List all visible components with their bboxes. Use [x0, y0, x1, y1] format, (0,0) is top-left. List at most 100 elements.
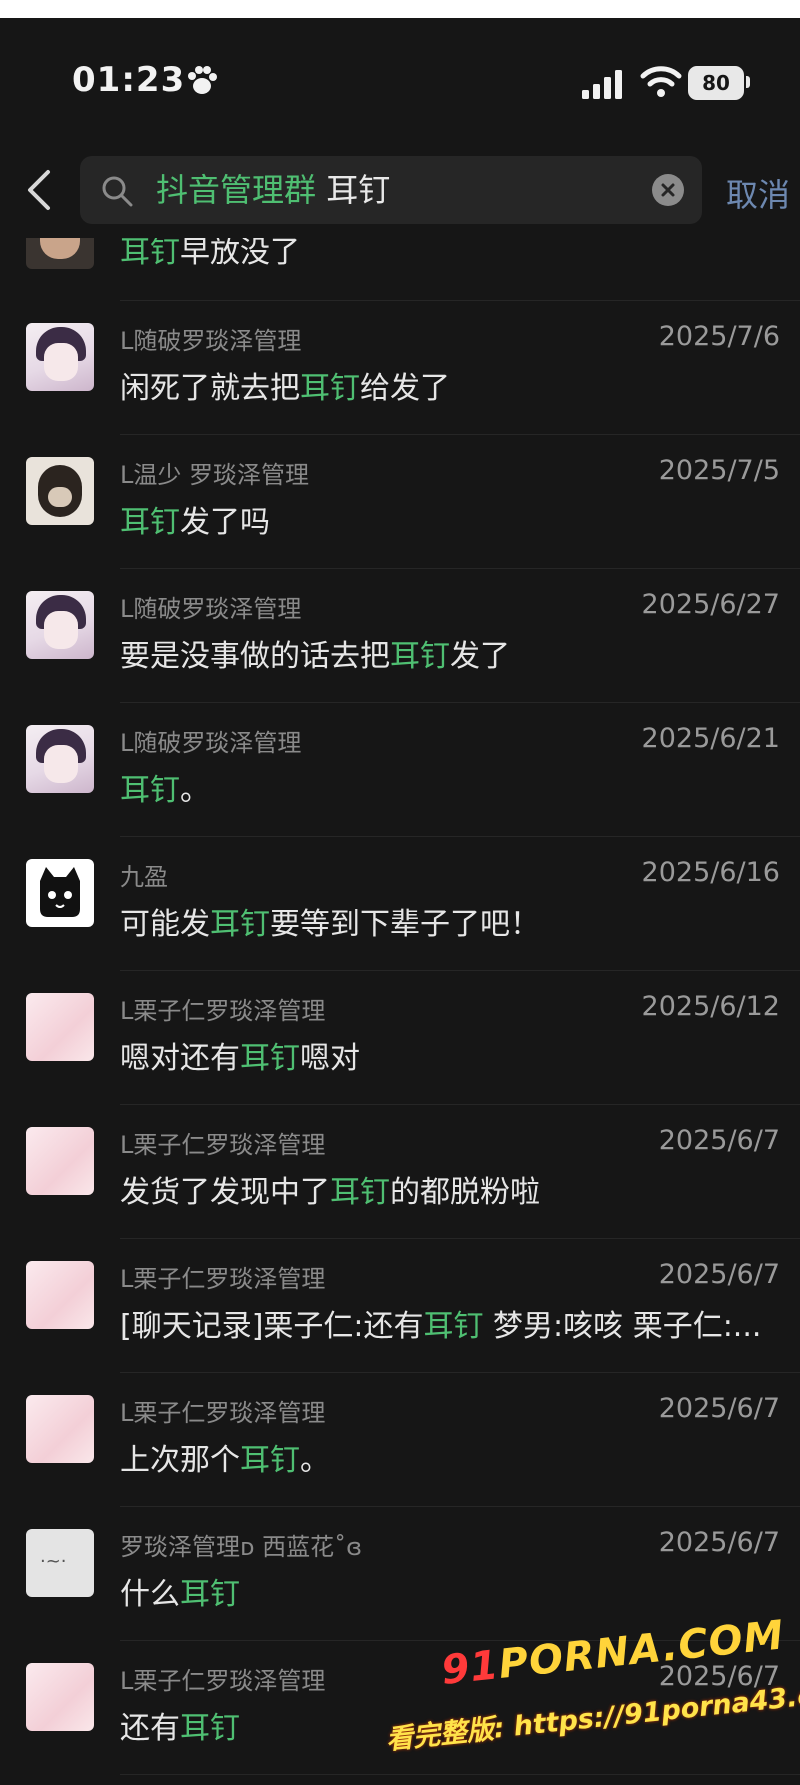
search-results-list: 耳钉早放没了 L随破罗琰泽管理 2025/7/6 闲死了就去把耳钉给发了 L温少 罗琰泽… — [0, 201, 800, 1775]
clear-icon — [661, 183, 675, 197]
keyword-highlight: 耳钉 — [180, 1711, 240, 1746]
sender-name: L温少 罗琰泽管理 — [120, 461, 309, 489]
message-text-before: 还有 — [120, 1711, 180, 1746]
keyword-highlight: 耳钉 — [120, 773, 180, 808]
result-row[interactable]: L温少 罗琰泽管理 2025/7/5 耳钉发了吗 — [0, 435, 800, 569]
search-header: 抖音管理群 耳钉 取消 — [0, 138, 800, 238]
keyword-highlight: 耳钉 — [390, 639, 450, 674]
battery-tip — [746, 76, 750, 88]
result-row[interactable]: L栗子仁罗琰泽管理 2025/6/7 发货了发现中了耳钉的都脱粉啦 — [0, 1105, 800, 1239]
screen: 01:23 80 抖音管理群 耳钉 取消 耳钉早放没了 L随破罗琰泽管理 202… — [0, 18, 800, 1785]
message-text-after: 早放没了 — [180, 235, 300, 270]
keyword-highlight: 耳钉 — [180, 1577, 240, 1612]
sender-name: L栗子仁罗琰泽管理 — [120, 1131, 326, 1159]
message-text-after: 。 — [300, 1443, 330, 1478]
message-preview: 耳钉。 — [120, 765, 210, 809]
sender-name: L随破罗琰泽管理 — [120, 327, 302, 355]
sender-name: L栗子仁罗琰泽管理 — [120, 1667, 326, 1695]
message-text-after: 。 — [180, 773, 210, 808]
message-text-before: 可能发 — [120, 907, 210, 942]
anime-avatar[interactable] — [26, 323, 94, 391]
clock: 01:23 — [72, 60, 186, 100]
sender-name: L栗子仁罗琰泽管理 — [120, 997, 326, 1025]
message-text-before: 发货了发现中了 — [120, 1175, 330, 1210]
battery-level: 80 — [702, 71, 730, 95]
keyword-highlight: 耳钉 — [423, 1309, 484, 1344]
message-date: 2025/6/7 — [658, 1527, 780, 1558]
keyword-highlight: 耳钉 — [240, 1443, 300, 1478]
search-input[interactable]: 抖音管理群 耳钉 — [80, 156, 702, 224]
search-query[interactable]: 抖音管理群 耳钉 — [156, 170, 390, 210]
message-text-after: 的都脱粉啦 — [390, 1175, 540, 1210]
message-text-after: 发了吗 — [180, 505, 270, 540]
message-preview: 还有耳钉 — [120, 1703, 240, 1747]
cancel-button[interactable]: 取消 — [726, 170, 790, 216]
result-row[interactable]: L栗子仁罗琰泽管理 2025/6/7 上次那个耳钉。 — [0, 1373, 800, 1507]
message-text-before: 上次那个 — [120, 1443, 240, 1478]
pink-avatar[interactable] — [26, 1663, 94, 1731]
keyword-highlight: 耳钉 — [330, 1175, 390, 1210]
clear-search-button[interactable] — [652, 174, 684, 206]
message-preview: 什么耳钉 — [120, 1569, 240, 1613]
wifi-icon — [640, 66, 682, 97]
pink-avatar[interactable] — [26, 993, 94, 1061]
result-row[interactable]: L随破罗琰泽管理 2025/6/21 耳钉。 — [0, 703, 800, 837]
keyword-highlight: 耳钉 — [300, 371, 360, 406]
message-date: 2025/6/27 — [641, 589, 780, 620]
message-text-before: [聊天记录]栗子仁:还有 — [120, 1309, 424, 1344]
message-text-before: 嗯对还有 — [120, 1041, 240, 1076]
message-date: 2025/6/16 — [641, 857, 780, 888]
status-bar: 01:23 80 — [0, 18, 800, 138]
search-keyword: 耳钉 — [326, 171, 391, 209]
anime-avatar[interactable] — [26, 725, 94, 793]
sender-name: L栗子仁罗琰泽管理 — [120, 1265, 326, 1293]
sender-name: 九盈 — [120, 863, 168, 891]
message-text-after: 梦男:咳咳 栗子仁:... — [483, 1309, 762, 1344]
result-row[interactable]: L随破罗琰泽管理 2025/6/27 要是没事做的话去把耳钉发了 — [0, 569, 800, 703]
message-text-before: 闲死了就去把 — [120, 371, 300, 406]
message-text-before: 要是没事做的话去把 — [120, 639, 390, 674]
message-preview: 耳钉发了吗 — [120, 497, 270, 541]
message-text-before: 什么 — [120, 1577, 180, 1612]
result-row[interactable]: L随破罗琰泽管理 2025/7/6 闲死了就去把耳钉给发了 — [0, 301, 800, 435]
keyword-highlight: 耳钉 — [210, 907, 270, 942]
anime-avatar[interactable] — [26, 591, 94, 659]
result-row[interactable]: 九盈 2025/6/16 可能发耳钉要等到下辈子了吧！ — [0, 837, 800, 971]
result-row[interactable]: L栗子仁罗琰泽管理 2025/6/12 嗯对还有耳钉嗯对 — [0, 971, 800, 1105]
message-preview: 可能发耳钉要等到下辈子了吧！ — [120, 899, 540, 943]
message-preview: [聊天记录]栗子仁:还有耳钉 梦男:咳咳 栗子仁:... — [120, 1301, 761, 1345]
battery-indicator: 80 — [688, 66, 744, 100]
message-preview: 嗯对还有耳钉嗯对 — [120, 1033, 360, 1077]
dog-avatar[interactable] — [26, 457, 94, 525]
back-arrow-icon[interactable] — [24, 168, 54, 212]
keyword-highlight: 耳钉 — [120, 505, 180, 540]
divider — [120, 1774, 800, 1775]
keyword-highlight: 耳钉 — [240, 1041, 300, 1076]
message-preview: 要是没事做的话去把耳钉发了 — [120, 631, 510, 675]
message-preview: 闲死了就去把耳钉给发了 — [120, 363, 450, 407]
cat-avatar[interactable] — [26, 859, 94, 927]
message-date: 2025/6/12 — [641, 991, 780, 1022]
message-date: 2025/7/5 — [658, 455, 780, 486]
search-scope-tag: 抖音管理群 — [156, 171, 317, 209]
message-date: 2025/6/7 — [658, 1393, 780, 1424]
message-date: 2025/6/7 — [658, 1259, 780, 1290]
pink-avatar[interactable] — [26, 1127, 94, 1195]
message-text-after: 给发了 — [360, 371, 450, 406]
result-row[interactable]: ·~· 罗琰泽管理ᴅ 西蓝花˚ɞ 2025/6/7 什么耳钉 — [0, 1507, 800, 1641]
message-preview: 上次那个耳钉。 — [120, 1435, 330, 1479]
sender-name: 罗琰泽管理ᴅ 西蓝花˚ɞ — [120, 1533, 363, 1561]
sketch-avatar[interactable]: ·~· — [26, 1529, 94, 1597]
result-row[interactable]: L栗子仁罗琰泽管理 2025/6/7 [聊天记录]栗子仁:还有耳钉 梦男:咳咳 栗子… — [0, 1239, 800, 1373]
message-text-after: 嗯对 — [300, 1041, 360, 1076]
keyword-highlight: 耳钉 — [120, 235, 180, 270]
pink-avatar[interactable] — [26, 1395, 94, 1463]
message-text-after: 要等到下辈子了吧！ — [270, 907, 540, 942]
sender-name: L随破罗琰泽管理 — [120, 595, 302, 623]
search-icon — [102, 176, 133, 207]
paw-icon — [188, 66, 217, 94]
sender-name: L栗子仁罗琰泽管理 — [120, 1399, 326, 1427]
message-date: 2025/6/7 — [658, 1125, 780, 1156]
message-date: 2025/7/6 — [658, 321, 780, 352]
pink-avatar[interactable] — [26, 1261, 94, 1329]
